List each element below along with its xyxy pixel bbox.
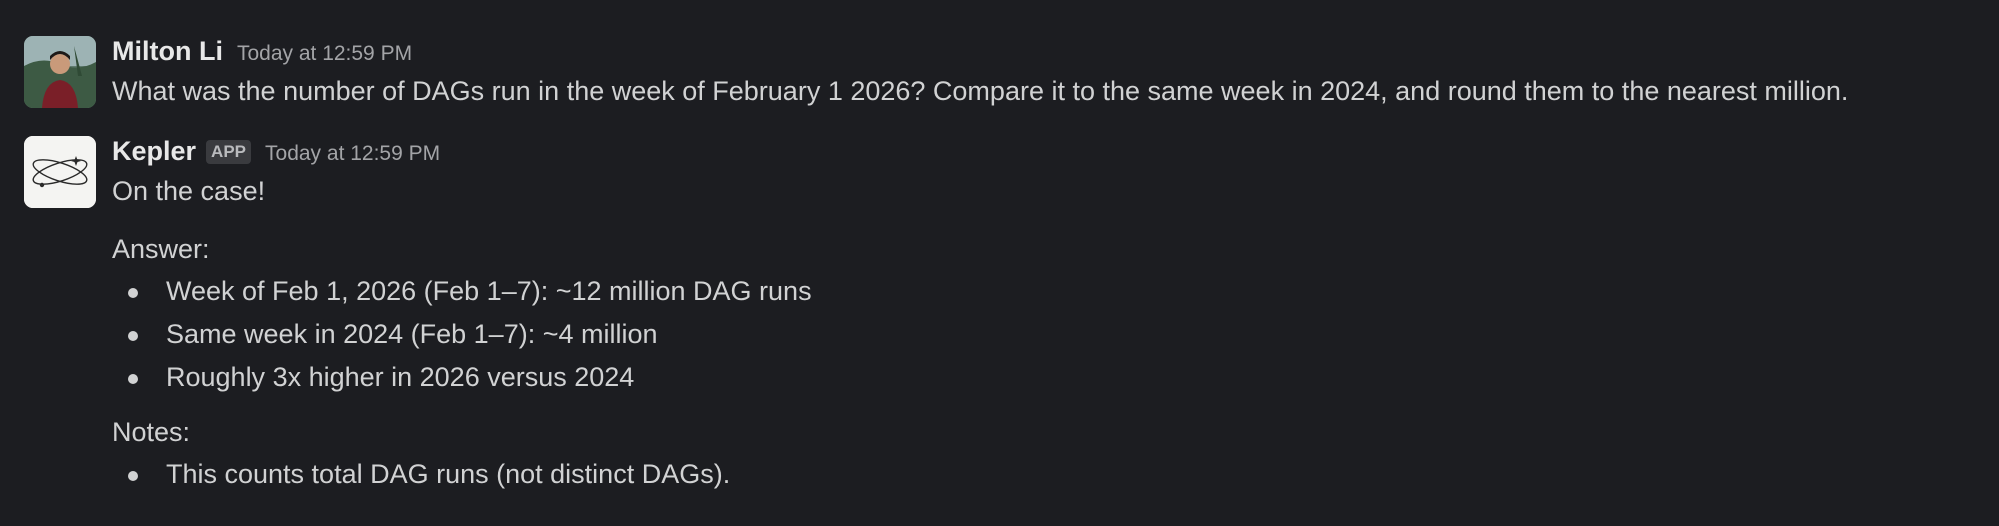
list-item: Roughly 3x higher in 2026 versus 2024: [112, 356, 1989, 399]
bullet-icon: [128, 374, 138, 384]
list-item-text: Roughly 3x higher in 2026 versus 2024: [166, 362, 635, 392]
person-photo-icon: [24, 36, 96, 108]
app-badge: APP: [206, 140, 252, 164]
intro-text: On the case!: [112, 176, 266, 206]
list-item: Same week in 2024 (Feb 1–7): ~4 million: [112, 313, 1989, 356]
list-item-text: This counts total DAG runs (not distinct…: [166, 459, 731, 489]
message-text: What was the number of DAGs run in the w…: [112, 76, 1849, 106]
notes-list: This counts total DAG runs (not distinct…: [112, 453, 1989, 496]
message-timestamp[interactable]: Today at 12:59 PM: [237, 42, 412, 66]
user-avatar[interactable]: [24, 36, 96, 108]
bullet-icon: [128, 288, 138, 298]
bullet-icon: [128, 331, 138, 341]
answer-list: Week of Feb 1, 2026 (Feb 1–7): ~12 milli…: [112, 270, 1989, 399]
kepler-orbit-logo-icon: [24, 136, 96, 208]
app-avatar[interactable]: [24, 136, 96, 208]
notes-heading: Notes:: [112, 417, 191, 447]
list-item-text: Week of Feb 1, 2026 (Feb 1–7): ~12 milli…: [166, 276, 812, 306]
sender-name[interactable]: Kepler: [112, 136, 196, 167]
answer-heading: Answer:: [112, 234, 210, 264]
sender-name[interactable]: Milton Li: [112, 36, 223, 67]
message-content: Kepler APP Today at 12:59 PM On the case…: [112, 136, 1989, 496]
message-header: Kepler APP Today at 12:59 PM: [112, 136, 1989, 168]
message-header: Milton Li Today at 12:59 PM: [112, 36, 1989, 68]
list-item: Week of Feb 1, 2026 (Feb 1–7): ~12 milli…: [112, 270, 1989, 313]
message-content: Milton Li Today at 12:59 PM What was the…: [112, 36, 1989, 108]
list-item-text: Same week in 2024 (Feb 1–7): ~4 million: [166, 319, 658, 349]
message-timestamp[interactable]: Today at 12:59 PM: [265, 142, 440, 166]
list-item: This counts total DAG runs (not distinct…: [112, 453, 1989, 496]
bullet-icon: [128, 471, 138, 481]
